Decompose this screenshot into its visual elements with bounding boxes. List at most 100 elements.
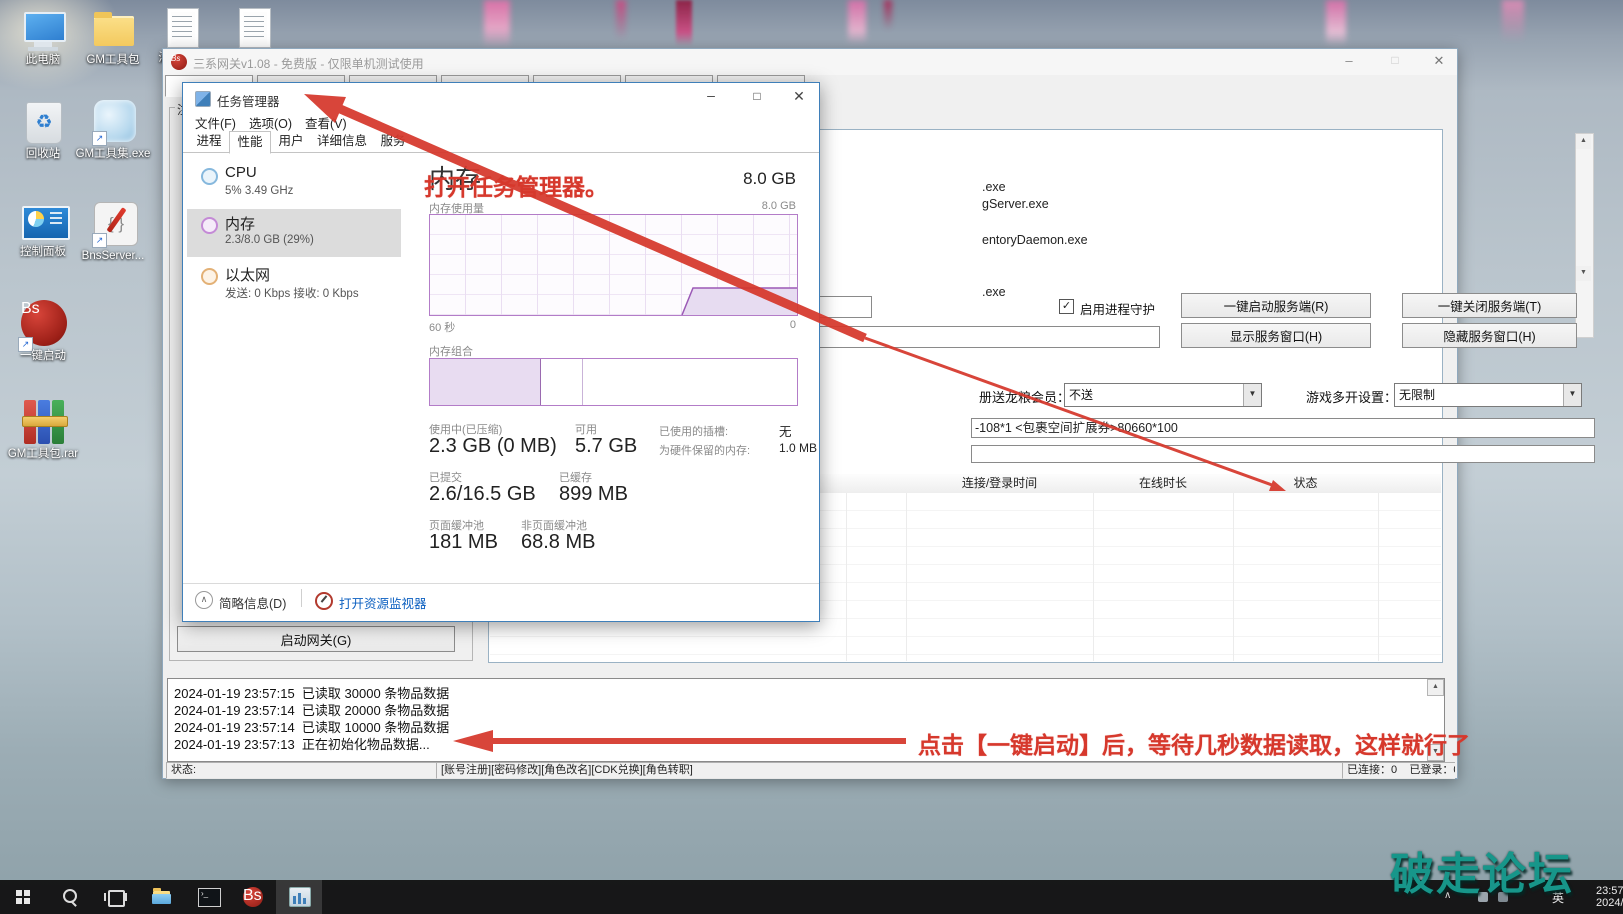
start-all-servers-button[interactable]: 一键启动服务端(R) [1181,293,1371,318]
task-manager-taskbar-button[interactable] [276,880,322,914]
scroll-down-icon[interactable]: ▼ [1576,266,1591,281]
hide-server-windows-button[interactable]: 隐藏服务窗口(H) [1402,323,1577,348]
show-server-windows-button[interactable]: 显示服务窗口(H) [1181,323,1371,348]
memory-composition-bar [429,358,798,406]
sidebar-item-name: CPU [225,164,257,181]
taskman-icon [195,91,211,107]
extra-field[interactable] [971,445,1595,463]
scroll-up-icon[interactable]: ▲ [1427,679,1444,696]
memory-ring-icon [201,217,218,234]
sidebar-item-detail: 发送: 0 Kbps 接收: 0 Kbps [225,285,359,301]
col-line [846,493,847,661]
table-header-cell[interactable]: 在线时长 [1093,474,1234,494]
tab-users[interactable]: 用户 [273,131,309,151]
gauge-needle [321,595,328,602]
checkbox-box[interactable]: ✓ [1059,299,1074,314]
desktop-icon-this-pc[interactable]: 此电脑 [8,6,78,78]
desktop-icon-gm-folder[interactable]: GM工具包 [78,6,148,78]
param-field[interactable] [794,326,1160,348]
clock-time: 23:57 [1596,885,1623,897]
desktop: 此电脑 GM工具包 满级 些过 ♻ 回收站 ↗ GM工具集.exe 控制面板 {… [0,0,1623,914]
gateway-app-icon: Bs [171,54,187,70]
task-view-button[interactable] [92,880,138,914]
taskbar-search-button[interactable] [46,880,92,914]
menu-options[interactable]: 选项(O) [249,113,292,132]
available-value: 5.7 GB [575,435,637,458]
close-button[interactable]: ✕ [1421,53,1457,71]
less-details-toggle[interactable]: ∧ 简略信息(D) [195,591,315,611]
nonpaged-pool-value: 68.8 MB [521,531,595,554]
perf-sidebar-memory[interactable]: 内存 2.3/8.0 GB (29%) [187,209,401,257]
composition-inuse-segment [430,359,541,405]
footer-divider [183,583,819,584]
minimize-button[interactable]: – [1331,53,1367,71]
folder-front [152,894,171,904]
member-gift-combobox[interactable]: 不送 ▼ [1064,383,1262,407]
taskbar: ›_ Bs ∧ 英 23:57 2024/1/19 [0,880,1623,914]
wallpaper-streak [616,0,626,40]
search-icon [63,889,77,903]
close-button[interactable]: ✕ [781,88,817,110]
bs-gateway-taskbar-button[interactable]: Bs [230,880,276,914]
col-line [1378,493,1379,661]
file-explorer-button[interactable] [138,880,184,914]
task-view-icon [108,890,125,907]
gateway-titlebar[interactable]: Bs 三系网关v1.08 - 免费版 - 仅限单机测试使用 – □ ✕ [163,49,1457,75]
mini-graph [298,893,301,904]
checkbox-label: 启用进程守护 [1080,299,1155,318]
table-header-cell[interactable] [1378,474,1441,494]
wallpaper-streak [676,0,692,46]
desktop-icon-recycle-bin[interactable]: ♻ 回收站 [8,96,78,174]
desktop-icon-gm-tools-exe[interactable]: ↗ GM工具集.exe [78,96,148,186]
less-details-label: 简略信息(D) [219,593,286,612]
menu-file[interactable]: 文件(F) [195,113,236,132]
stop-all-servers-button[interactable]: 一键关闭服务端(T) [1402,293,1577,318]
tab-services[interactable]: 服务 [375,131,411,151]
maximize-button[interactable]: □ [1377,53,1413,71]
wallpaper-streak [848,0,866,44]
register-items-field[interactable]: -108*1 <包裹空间扩展券>80660*100 [971,418,1595,438]
scroll-up-icon[interactable]: ▲ [1576,134,1591,149]
combobox-value: 无限制 [1399,386,1435,403]
table-header-cell[interactable] [846,474,907,494]
start-button[interactable] [0,880,46,914]
sidebar-item-detail: 2.3/8.0 GB (29%) [225,234,314,246]
tab-performance[interactable]: 性能 [229,131,271,154]
annotation-one-click: 点击【一键启动】后，等待几秒数据读取，这样就行了 [918,726,1470,760]
shortcut-arrow-icon: ↗ [92,233,107,248]
annotation-open-taskman: 打开任务管理器。 [424,168,608,202]
list-scrollbar[interactable]: ▲ ▼ [1575,133,1594,338]
taskbar-clock[interactable]: 23:57 2024/1/19 [1596,885,1623,909]
desktop-icon-bnsserver[interactable]: { } ↗ BnsServer... [78,198,148,278]
table-header-cell[interactable]: 状态 [1233,474,1379,494]
desktop-icon-control-panel[interactable]: 控制面板 [8,198,78,278]
tab-processes[interactable]: 进程 [191,131,227,151]
wallpaper-streak [884,0,892,30]
search-icon-handle [71,901,77,907]
mini-graph [303,898,306,904]
multi-open-combobox[interactable]: 无限制 ▼ [1394,383,1582,407]
console-window-button[interactable]: ›_ [184,880,230,914]
table-header-cell[interactable]: 连接/登录时间 [906,474,1094,494]
icon-label: 一键启动 [5,350,81,363]
maximize-button[interactable]: □ [737,89,777,111]
chevron-down-icon[interactable]: ▼ [1243,384,1261,406]
slots-value: 无 [779,421,792,440]
perf-sidebar-cpu[interactable]: CPU 5% 3.49 GHz [187,161,401,207]
minimize-button[interactable]: – [691,87,731,109]
desktop-icon-gm-rar[interactable]: GM工具包.rar [8,396,78,488]
rar-strap [22,416,68,427]
desktop-icon-one-click-start[interactable]: Bs ↗ 一键启动 [8,296,78,386]
process-exe-name: gServer.exe [982,197,1049,211]
monitor-icon [24,12,66,42]
col-line [1093,493,1094,661]
folder-icon [94,16,134,46]
perf-sidebar-ethernet[interactable]: 以太网 发送: 0 Kbps 接收: 0 Kbps [187,261,401,307]
hw-reserved-value: 1.0 MB [779,441,817,455]
chevron-down-icon[interactable]: ▼ [1563,384,1581,406]
start-gateway-button[interactable]: 启动网关(G) [177,626,455,652]
memory-composition-label: 内存组合 [429,343,473,359]
menu-view[interactable]: 查看(V) [305,113,347,132]
task-view-side [125,893,127,901]
tab-details[interactable]: 详细信息 [311,131,373,151]
